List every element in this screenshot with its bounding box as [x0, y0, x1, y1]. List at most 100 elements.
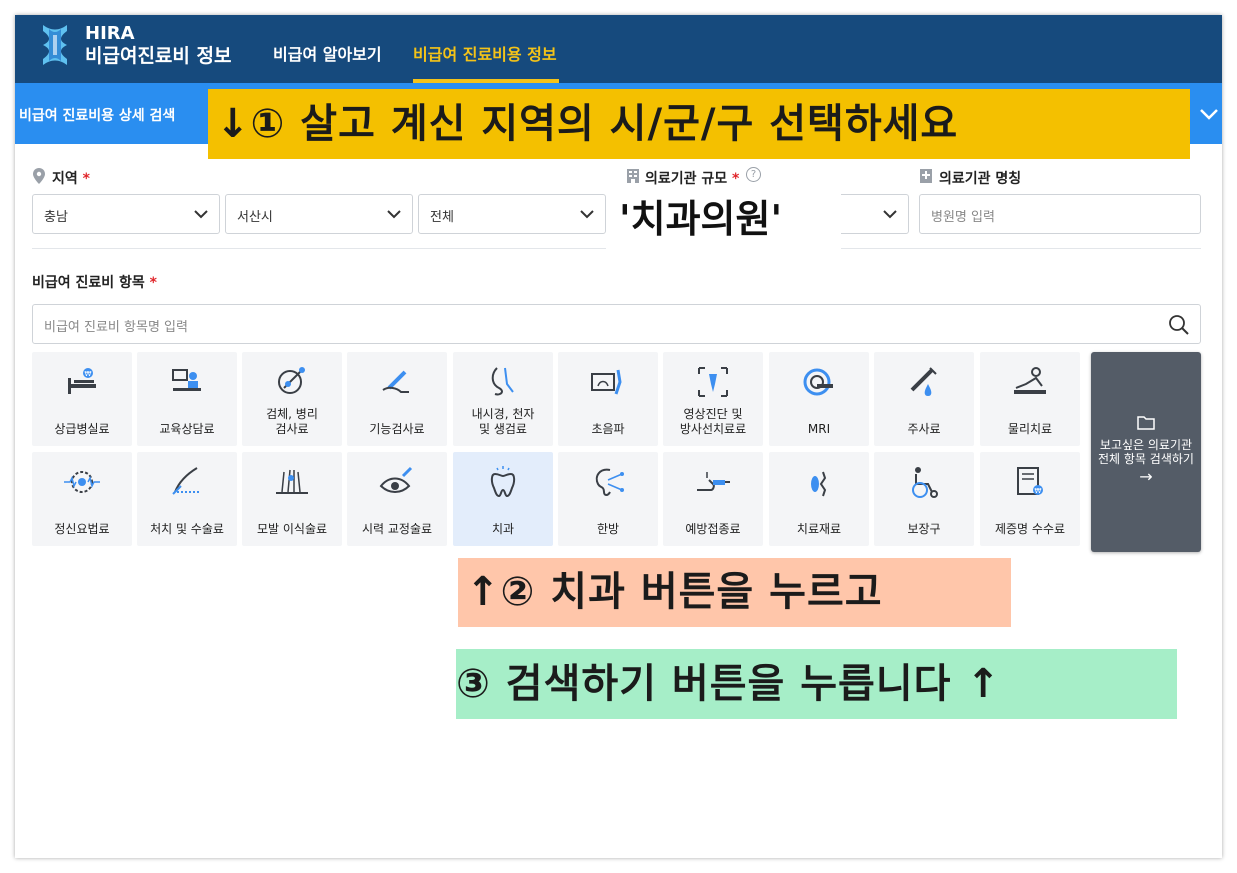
item-tile-oriental[interactable]: 한방 [558, 452, 658, 546]
brand-title[interactable]: HIRA 비급여진료비 정보 [85, 23, 231, 67]
nav-nonbenefit-info[interactable]: 비급여 알아보기 [273, 41, 382, 65]
city-select[interactable]: 서산시 [225, 194, 413, 234]
search-icon[interactable] [1168, 314, 1190, 336]
item-search-placeholder: 비급여 진료비 항목명 입력 [44, 320, 188, 335]
microscope-icon [278, 367, 305, 394]
hospital-icon [920, 169, 932, 183]
tile-label: 방사선치료료 [679, 422, 747, 436]
item-tile-counseling[interactable]: 교육상담료 [137, 352, 237, 446]
chevron-down-icon [580, 210, 594, 219]
annotation-step1: ↓① 살고 계신 지역의 시/군/구 선택하세요 [208, 89, 1190, 159]
item-tile-vision[interactable]: 시력 교정술료 [347, 452, 447, 546]
province-select[interactable]: 충남 [32, 194, 220, 234]
divider [841, 248, 1201, 249]
annotation-scale-hint: '치과의원' [609, 191, 841, 247]
surgery-icon [172, 467, 201, 495]
annotation-step3: ③ 검색하기 버튼을 누릅니다 ↑ [456, 649, 1177, 719]
required-mark: * [82, 171, 90, 187]
annotation-step2: ↑② 치과 버튼을 누르고 [458, 558, 1011, 627]
page-frame: HIRA 비급여진료비 정보 비급여 알아보기 비급여 진료비용 정보 비급여 … [15, 15, 1222, 858]
tile-label: 상급병실료 [54, 422, 110, 436]
item-tile-specimen[interactable]: 검체, 병리 검사료 [242, 352, 342, 446]
endoscope-icon [491, 367, 514, 396]
item-tile-hair[interactable]: 모발 이식술료 [242, 452, 342, 546]
item-tile-mri[interactable]: MRI [769, 352, 869, 446]
items-label-text: 비급여 진료비 항목 [32, 275, 145, 291]
vaccine-icon [697, 472, 730, 491]
item-tile-physio[interactable]: 물리치료 [980, 352, 1080, 446]
svg-text:₩: ₩ [1035, 487, 1042, 495]
folder-icon [1137, 416, 1155, 430]
district-select[interactable]: 전체 [418, 194, 606, 234]
district-value: 전체 [430, 210, 454, 225]
tile-label: 물리치료 [1007, 422, 1053, 436]
tile-label: 치과 [491, 522, 515, 536]
function-test-icon [382, 370, 409, 393]
tile-label: 영상진단 및 [683, 407, 743, 421]
search-all-button[interactable]: 보고싶은 의료기관 전체 항목 검색하기 → [1091, 352, 1201, 552]
tile-label: 검사료 [275, 422, 309, 436]
item-tile-endoscopy[interactable]: 내시경, 천자 및 생검료 [453, 352, 553, 446]
item-tile-certificate[interactable]: ₩ 제증명 수수료 [980, 452, 1080, 546]
hospital-name-input[interactable]: 병원명 입력 [919, 194, 1201, 234]
material-icon [811, 471, 827, 497]
ear-acupuncture-icon [595, 468, 624, 496]
item-tile-assistive[interactable]: 보장구 [874, 452, 974, 546]
tile-label: 제증명 수수료 [994, 522, 1066, 536]
physical-therapy-icon [1014, 367, 1046, 394]
item-tile-vaccination[interactable]: 예방접종료 [663, 452, 763, 546]
tile-label: 및 생검료 [479, 422, 527, 436]
tile-label: 모발 이식술료 [256, 522, 328, 536]
help-icon[interactable]: ? [746, 167, 761, 182]
hospital-name-placeholder: 병원명 입력 [931, 210, 995, 225]
nav-nonbenefit-cost[interactable]: 비급여 진료비용 정보 [413, 41, 557, 65]
name-label: 의료기관 명칭 [939, 171, 1022, 187]
tooth-icon [490, 466, 516, 498]
location-pin-icon [33, 168, 45, 184]
scale-label: 의료기관 규모 * [645, 168, 739, 188]
item-tile-injection[interactable]: 주사료 [874, 352, 974, 446]
hair-transplant-icon [276, 469, 308, 494]
item-tile-dental[interactable]: 치과 [453, 452, 553, 546]
item-search-input[interactable]: 비급여 진료비 항목명 입력 [32, 304, 1201, 344]
item-tile-psychotherapy[interactable]: 정신요법료 [32, 452, 132, 546]
divider [32, 248, 606, 249]
scale-label-text: 의료기관 규모 [645, 171, 728, 187]
tile-label: 보장구 [907, 522, 941, 536]
tile-label: 정신요법료 [54, 522, 110, 536]
chevron-down-icon [387, 210, 401, 219]
item-tile-ultrasound[interactable]: 초음파 [558, 352, 658, 446]
province-value: 충남 [44, 210, 68, 225]
syringe-icon [910, 367, 937, 396]
tile-label: 예방접종료 [685, 522, 741, 536]
tile-label: 시력 교정술료 [361, 522, 433, 536]
ultrasound-icon [591, 369, 622, 395]
hira-logo-icon[interactable] [37, 21, 73, 69]
item-tile-premium-room[interactable]: ₩ 상급병실료 [32, 352, 132, 446]
tile-label: 처치 및 수술료 [150, 522, 224, 536]
search-all-line1: 보고싶은 의료기관 [1099, 438, 1193, 452]
chevron-down-icon [194, 210, 208, 219]
detail-search-label: 비급여 진료비용 상세 검색 [19, 108, 176, 124]
item-tile-materials[interactable]: 치료재료 [769, 452, 869, 546]
required-mark: * [149, 275, 157, 291]
tile-label: 기능검사료 [369, 422, 425, 436]
eye-icon [379, 466, 413, 493]
item-tile-surgery[interactable]: 처치 및 수술료 [137, 452, 237, 546]
item-tile-imaging[interactable]: 영상진단 및 방사선치료료 [663, 352, 763, 446]
region-label-text: 지역 [52, 171, 78, 187]
search-all-line2: 전체 항목 검색하기 [1098, 452, 1194, 466]
item-tile-function-test[interactable]: 기능검사료 [347, 352, 447, 446]
tile-label: 주사료 [907, 422, 941, 436]
chevron-down-icon[interactable] [1197, 104, 1221, 124]
xray-icon [698, 367, 728, 397]
region-label: 지역 * [52, 168, 90, 188]
brainwave-icon [64, 471, 100, 493]
brand-line1: HIRA [85, 23, 135, 44]
building-icon [627, 169, 639, 183]
tile-label: 교육상담료 [159, 422, 215, 436]
tile-label: MRI [807, 422, 831, 436]
hospital-bed-icon: ₩ [68, 368, 96, 394]
chevron-down-icon [883, 210, 897, 219]
mri-icon [803, 368, 833, 396]
